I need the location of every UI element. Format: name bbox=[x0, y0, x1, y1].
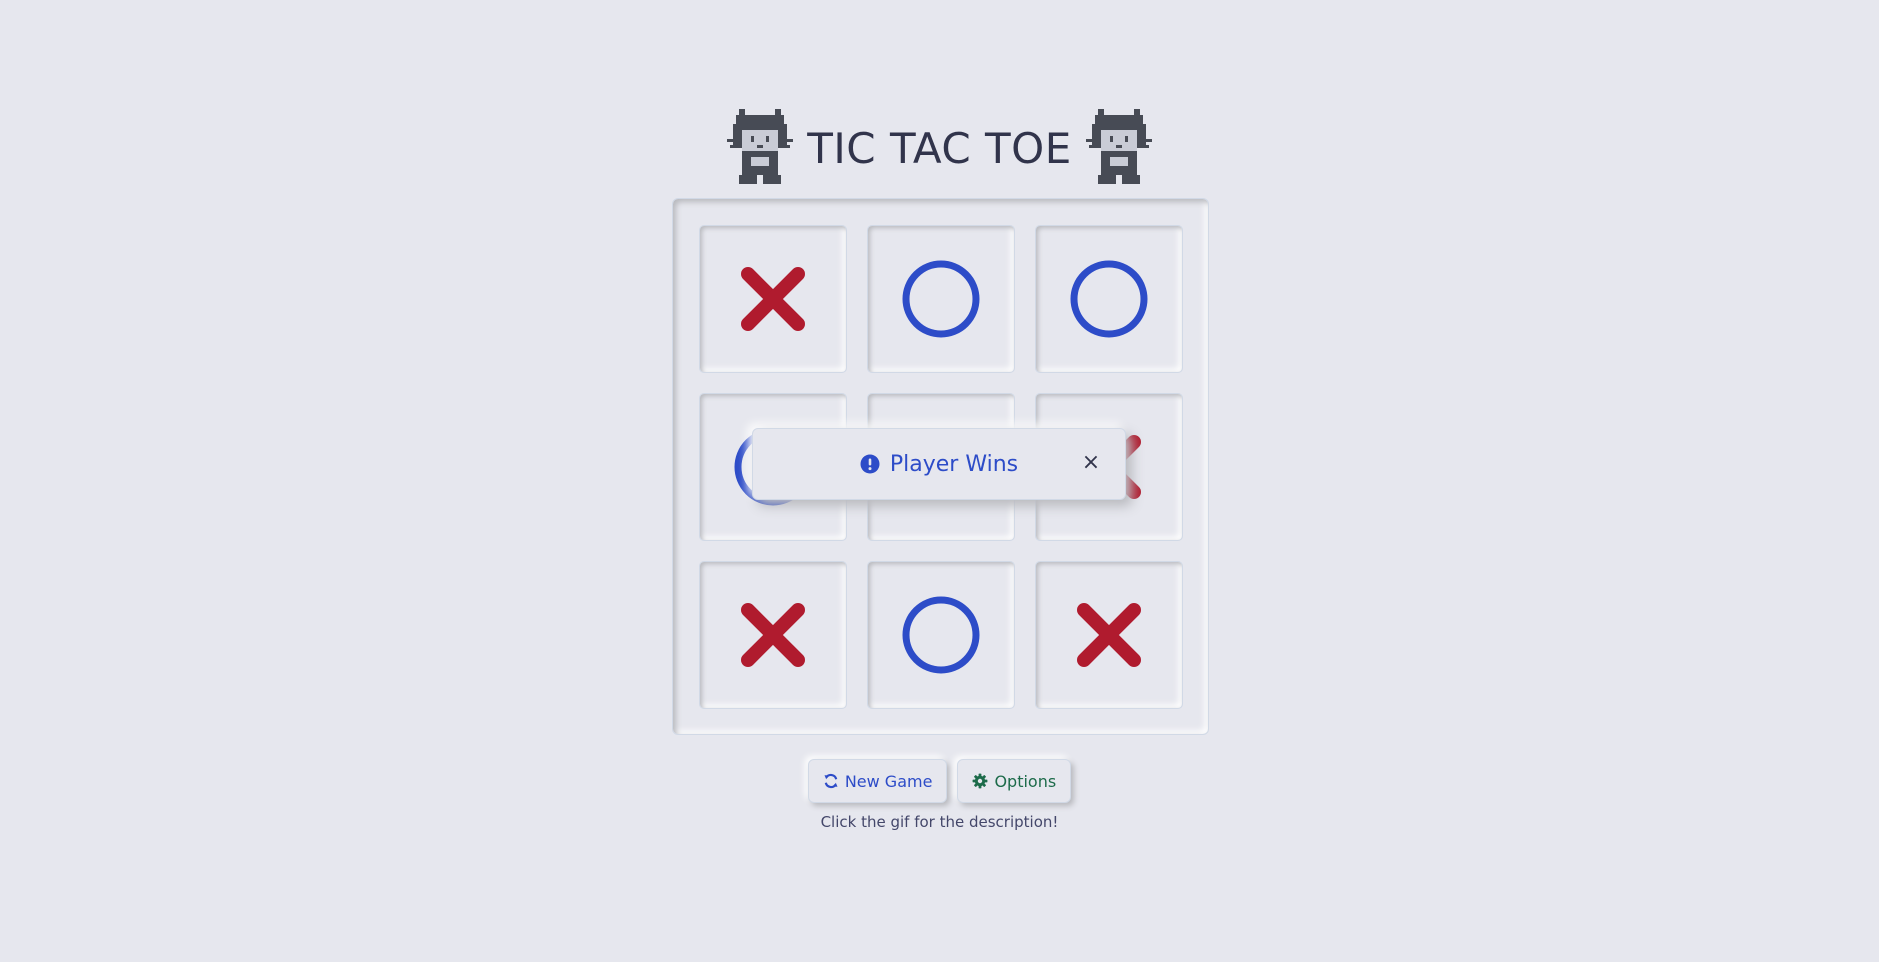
board-cell-1-2[interactable] bbox=[867, 225, 1015, 373]
x-mark-icon bbox=[741, 603, 805, 667]
toast-message-row: Player Wins bbox=[860, 452, 1018, 477]
options-button[interactable]: Options bbox=[957, 759, 1072, 803]
options-label: Options bbox=[994, 771, 1057, 791]
refresh-icon bbox=[824, 773, 838, 789]
toast-close-button[interactable]: × bbox=[1079, 451, 1103, 475]
x-mark-icon bbox=[1077, 603, 1141, 667]
description-hint: Click the gif for the description! bbox=[820, 813, 1059, 831]
action-buttons: New Game Options bbox=[0, 759, 1879, 803]
new-game-label: New Game bbox=[844, 771, 933, 791]
x-mark-icon bbox=[741, 267, 805, 331]
gear-icon bbox=[973, 773, 988, 789]
exclamation-circle-icon bbox=[860, 454, 880, 474]
board-cell-1-3[interactable] bbox=[1035, 225, 1183, 373]
game-page: TIC TAC TOE Player Wins × New Game Optio… bbox=[0, 0, 1879, 962]
win-toast: Player Wins × bbox=[752, 428, 1126, 500]
mascot-gif-right[interactable] bbox=[1085, 109, 1152, 187]
o-mark-icon bbox=[902, 260, 980, 338]
mascot-gif-left[interactable] bbox=[727, 109, 794, 187]
board-cell-1-1[interactable] bbox=[699, 225, 847, 373]
o-mark-icon bbox=[902, 596, 980, 674]
toast-message: Player Wins bbox=[889, 451, 1019, 477]
page-title: TIC TAC TOE bbox=[807, 123, 1072, 173]
board-cell-3-1[interactable] bbox=[699, 561, 847, 709]
board-cell-3-3[interactable] bbox=[1035, 561, 1183, 709]
board-cell-3-2[interactable] bbox=[867, 561, 1015, 709]
title-row: TIC TAC TOE bbox=[0, 108, 1879, 188]
o-mark-icon bbox=[1070, 260, 1148, 338]
new-game-button[interactable]: New Game bbox=[807, 759, 948, 803]
